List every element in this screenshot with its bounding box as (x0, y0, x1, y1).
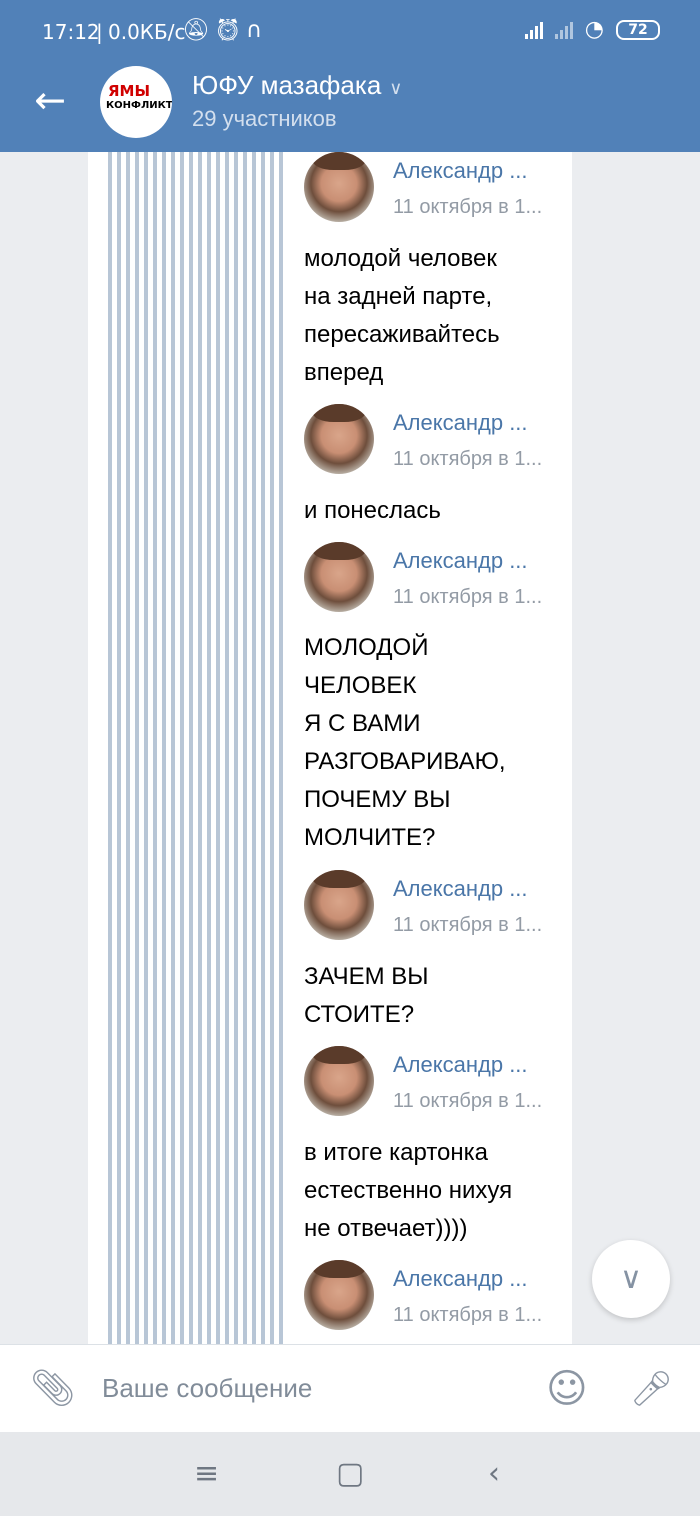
avatar-logo-top: ЯМЫ (108, 82, 151, 100)
chat-header: 17:12 | 0.0КБ/с 🔕︎⏰︎∩ ◔ 72 ← ЯМЫ КОНФЛИК… (0, 0, 700, 152)
signal-icon-2 (554, 21, 573, 39)
mute-icon: 🔕︎ (182, 18, 214, 43)
avatar[interactable] (304, 152, 374, 222)
back-icon[interactable]: ‹ (488, 1454, 500, 1494)
message-date: 11 октября в 1... (393, 448, 543, 470)
system-nav-bar: ≡ ▢ ‹ (0, 1432, 700, 1516)
message-author[interactable]: Александр ... (393, 1052, 528, 1078)
signal-icon (524, 21, 543, 39)
headphones-icon: ∩ (245, 18, 266, 43)
status-icons-right: ◔ 72 (524, 17, 660, 42)
wifi-icon: ◔ (584, 17, 604, 42)
message-author[interactable]: Александр ... (393, 876, 528, 902)
status-bar: 17:12 | 0.0КБ/с 🔕︎⏰︎∩ ◔ 72 (0, 14, 700, 54)
message-author[interactable]: Александр ... (393, 1266, 528, 1292)
message-text: ЗАЧЕМ ВЫ СТОИТЕ? (304, 963, 429, 1028)
message-text: молодой человек на задней парте, пересаж… (304, 245, 500, 386)
avatar-logo-bottom: КОНФЛИКТО (106, 100, 172, 111)
message-date: 11 октября в 1... (393, 1304, 543, 1326)
status-time: 17:12 (42, 20, 100, 44)
avatar[interactable] (304, 1260, 374, 1330)
message-card: Александр ... 11 октября в 1... молодой … (88, 152, 572, 1344)
striped-image[interactable] (108, 152, 288, 1344)
chevron-down-icon[interactable]: ∨ (389, 78, 402, 98)
message-input[interactable]: Ваше сообщение (102, 1373, 312, 1404)
message-composer: 📎︎ Ваше сообщение ☺︎ 🎤︎ (0, 1344, 700, 1433)
scroll-down-button[interactable]: ∨ (592, 1240, 670, 1318)
avatar[interactable] (304, 404, 374, 474)
message-text: МОЛОДОЙ ЧЕЛОВЕК Я С ВАМИ РАЗГОВАРИВАЮ, П… (304, 634, 506, 851)
alarm-icon: ⏰︎ (213, 18, 246, 43)
attach-icon[interactable]: 📎︎ (30, 1367, 76, 1409)
chat-subtitle: 29 участников (192, 106, 337, 131)
message-date: 11 октября в 1... (393, 196, 543, 218)
microphone-icon[interactable]: 🎤︎ (630, 1367, 673, 1411)
back-arrow-icon[interactable]: ← (30, 80, 70, 120)
chat-title[interactable]: ЮФУ мазафака ∨ (192, 70, 402, 101)
message-author[interactable]: Александр ... (393, 158, 528, 184)
avatar[interactable] (304, 542, 374, 612)
battery-icon: 72 (616, 20, 660, 40)
message-author[interactable]: Александр ... (393, 410, 528, 436)
chevron-down-icon: ∨ (620, 1261, 642, 1296)
message-date: 11 октября в 1... (393, 586, 543, 608)
message-date: 11 октября в 1... (393, 1090, 543, 1112)
chat-avatar[interactable]: ЯМЫ КОНФЛИКТО (100, 66, 172, 138)
chat-title-text: ЮФУ мазафака (192, 70, 382, 100)
home-icon[interactable]: ▢ (336, 1454, 364, 1494)
avatar[interactable] (304, 1046, 374, 1116)
status-separator: | (96, 20, 103, 44)
avatar[interactable] (304, 870, 374, 940)
status-net-speed: 0.0КБ/с (108, 20, 186, 44)
status-icons-left: 🔕︎⏰︎∩ (182, 18, 266, 43)
message-date: 11 октября в 1... (393, 914, 543, 936)
message-author[interactable]: Александр ... (393, 548, 528, 574)
menu-icon[interactable]: ≡ (194, 1454, 219, 1494)
emoji-icon[interactable]: ☺︎ (546, 1367, 588, 1411)
message-text: в итоге картонка естественно нихуя не от… (304, 1139, 513, 1242)
message-text: и понеслась (304, 497, 441, 524)
